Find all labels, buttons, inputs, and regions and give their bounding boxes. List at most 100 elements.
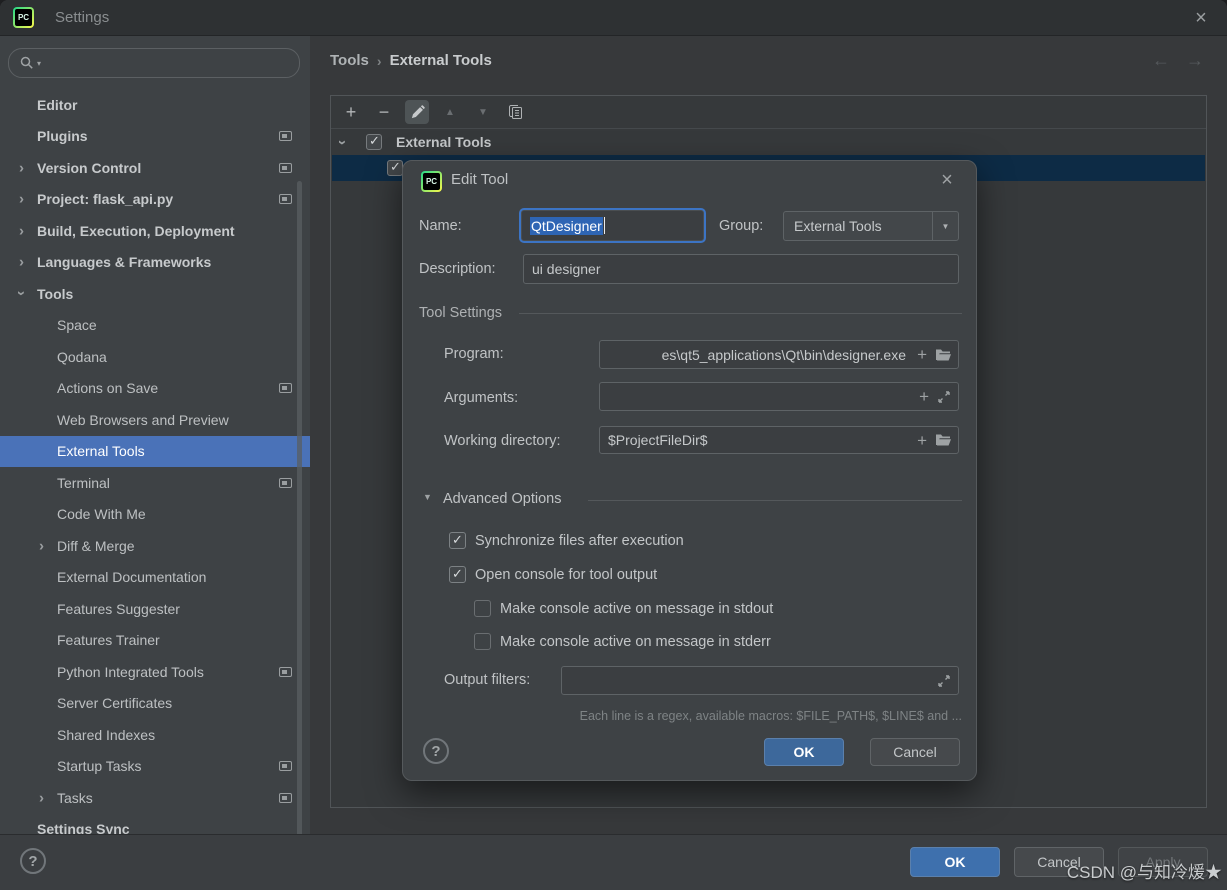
insert-macro-icon[interactable]: +	[917, 432, 927, 449]
sidebar-item-python-integrated-tools[interactable]: Python Integrated Tools	[0, 656, 310, 688]
checkbox-console-active-stderr[interactable]	[474, 633, 491, 650]
checkbox-synchronize-files[interactable]: ✓	[449, 532, 466, 549]
breadcrumb-tools[interactable]: Tools	[330, 52, 369, 69]
sidebar-item-shared-indexes[interactable]: Shared Indexes	[0, 719, 310, 751]
title-bar: Settings ×	[0, 0, 1227, 36]
description-input[interactable]: ui designer	[523, 254, 959, 284]
section-divider	[588, 500, 962, 501]
remove-icon[interactable]: −	[372, 100, 396, 124]
expand-icon[interactable]	[937, 390, 951, 404]
chevron-down-icon[interactable]: ›	[334, 140, 351, 145]
sidebar-item-editor[interactable]: Editor	[0, 89, 310, 121]
description-label: Description:	[419, 254, 496, 284]
breadcrumb-separator-icon: ›	[377, 53, 382, 69]
close-icon[interactable]: ×	[1187, 4, 1215, 32]
expander-down-icon[interactable]: ▼	[423, 492, 432, 502]
chevron-right-icon: ›	[39, 790, 44, 805]
sidebar-item-tools[interactable]: ›Tools	[0, 278, 310, 310]
sidebar-item-terminal[interactable]: Terminal	[0, 467, 310, 499]
sidebar-item-build-execution-deployment[interactable]: ›Build, Execution, Deployment	[0, 215, 310, 247]
tree-row-external-tools[interactable]: › ✓ External Tools	[332, 129, 1205, 155]
sidebar-item-startup-tasks[interactable]: Startup Tasks	[0, 751, 310, 783]
working-directory-value: $ProjectFileDir$	[608, 432, 708, 448]
sidebar-item-languages-frameworks[interactable]: ›Languages & Frameworks	[0, 247, 310, 279]
expand-icon[interactable]	[937, 674, 951, 688]
output-filters-input[interactable]	[561, 666, 959, 695]
sidebar-item-tasks[interactable]: ›Tasks	[0, 782, 310, 814]
checkbox-qtdesigner[interactable]: ✓	[387, 160, 403, 176]
sidebar-item-qodana[interactable]: Qodana	[0, 341, 310, 373]
chevron-right-icon: ›	[19, 255, 24, 270]
browse-folder-icon[interactable]	[935, 348, 951, 362]
breadcrumb: Tools › External Tools	[330, 52, 492, 69]
csdn-watermark: CSDN @与知冷煖★	[1067, 858, 1222, 883]
dropdown-arrow-icon[interactable]: ▼	[932, 212, 958, 240]
forward-arrow-icon[interactable]: →	[1186, 50, 1204, 71]
add-icon[interactable]: +	[339, 100, 363, 124]
sidebar-item-features-trainer[interactable]: Features Trainer	[0, 625, 310, 657]
sidebar-item-features-suggester[interactable]: Features Suggester	[0, 593, 310, 625]
browse-folder-icon[interactable]	[935, 433, 951, 447]
checkbox-console-active-stdout[interactable]	[474, 600, 491, 617]
arguments-input[interactable]: +	[599, 382, 959, 411]
help-icon[interactable]: ?	[423, 738, 449, 764]
sidebar-item-code-with-me[interactable]: Code With Me	[0, 499, 310, 531]
name-input[interactable]: QtDesigner	[521, 210, 704, 241]
breadcrumb-external-tools: External Tools	[390, 52, 492, 69]
insert-macro-icon[interactable]: +	[917, 346, 927, 363]
advanced-options-label[interactable]: Advanced Options	[443, 491, 562, 507]
monitor-icon	[279, 478, 292, 488]
monitor-icon	[279, 131, 292, 141]
group-label: Group:	[719, 211, 763, 241]
chevron-right-icon: ›	[19, 223, 24, 238]
program-input[interactable]: es\qt5_applications\Qt\bin\designer.exe …	[599, 340, 959, 369]
sidebar-item-plugins[interactable]: Plugins	[0, 121, 310, 153]
name-label: Name:	[419, 211, 462, 241]
sidebar-item-web-browsers-and-preview[interactable]: Web Browsers and Preview	[0, 404, 310, 436]
checkbox-external-tools[interactable]: ✓	[366, 134, 382, 150]
edit-pencil-icon[interactable]	[405, 100, 429, 124]
check-icon: ✓	[390, 159, 401, 175]
program-value: es\qt5_applications\Qt\bin\designer.exe	[662, 347, 906, 363]
dialog-cancel-button[interactable]: Cancel	[870, 738, 960, 766]
sidebar-scrollbar[interactable]	[297, 181, 302, 864]
monitor-icon	[279, 163, 292, 173]
checkbox-label: Make console active on message in stderr	[500, 634, 771, 650]
check-icon: ✓	[452, 566, 463, 582]
sidebar-item-external-tools[interactable]: External Tools	[0, 436, 310, 468]
help-icon[interactable]: ?	[20, 848, 46, 874]
sidebar-item-actions-on-save[interactable]: Actions on Save	[0, 373, 310, 405]
move-up-icon[interactable]: ▲	[438, 100, 462, 124]
search-caret-icon: ▾	[37, 59, 41, 68]
working-directory-label: Working directory:	[444, 427, 561, 456]
search-input[interactable]: ▾	[8, 48, 300, 78]
chevron-right-icon: ›	[19, 192, 24, 207]
copy-icon[interactable]	[504, 100, 528, 124]
back-arrow-icon[interactable]: ←	[1152, 50, 1170, 71]
move-down-icon[interactable]: ▼	[471, 100, 495, 124]
tool-settings-section-label: Tool Settings	[419, 305, 502, 321]
monitor-icon	[279, 793, 292, 803]
sidebar-item-server-certificates[interactable]: Server Certificates	[0, 688, 310, 720]
sidebar-item-space[interactable]: Space	[0, 310, 310, 342]
monitor-icon	[279, 667, 292, 677]
dialog-ok-button[interactable]: OK	[764, 738, 844, 766]
ok-button[interactable]: OK	[910, 847, 1000, 877]
insert-macro-icon[interactable]: +	[919, 388, 929, 405]
sidebar-item-diff-merge[interactable]: ›Diff & Merge	[0, 530, 310, 562]
monitor-icon	[279, 761, 292, 771]
window-footer: ? OK Cancel Apply	[0, 834, 1227, 890]
sidebar-item-project[interactable]: ›Project: flask_api.py	[0, 184, 310, 216]
settings-window: Settings × ▾ Editor Plugins ›Version Con…	[0, 0, 1227, 890]
group-select[interactable]: External Tools ▼	[783, 211, 959, 241]
chevron-right-icon: ›	[39, 538, 44, 553]
working-directory-input[interactable]: $ProjectFileDir$ +	[599, 426, 959, 454]
sidebar-item-version-control[interactable]: ›Version Control	[0, 152, 310, 184]
checkbox-label: Make console active on message in stdout	[500, 601, 773, 617]
check-icon: ✓	[369, 133, 380, 149]
dialog-title: Edit Tool	[451, 171, 508, 188]
sidebar-item-external-documentation[interactable]: External Documentation	[0, 562, 310, 594]
checkbox-open-console[interactable]: ✓	[449, 566, 466, 583]
edit-tool-dialog: Edit Tool × Name: QtDesigner Group: Exte…	[402, 160, 977, 781]
close-icon[interactable]: ×	[933, 166, 961, 194]
